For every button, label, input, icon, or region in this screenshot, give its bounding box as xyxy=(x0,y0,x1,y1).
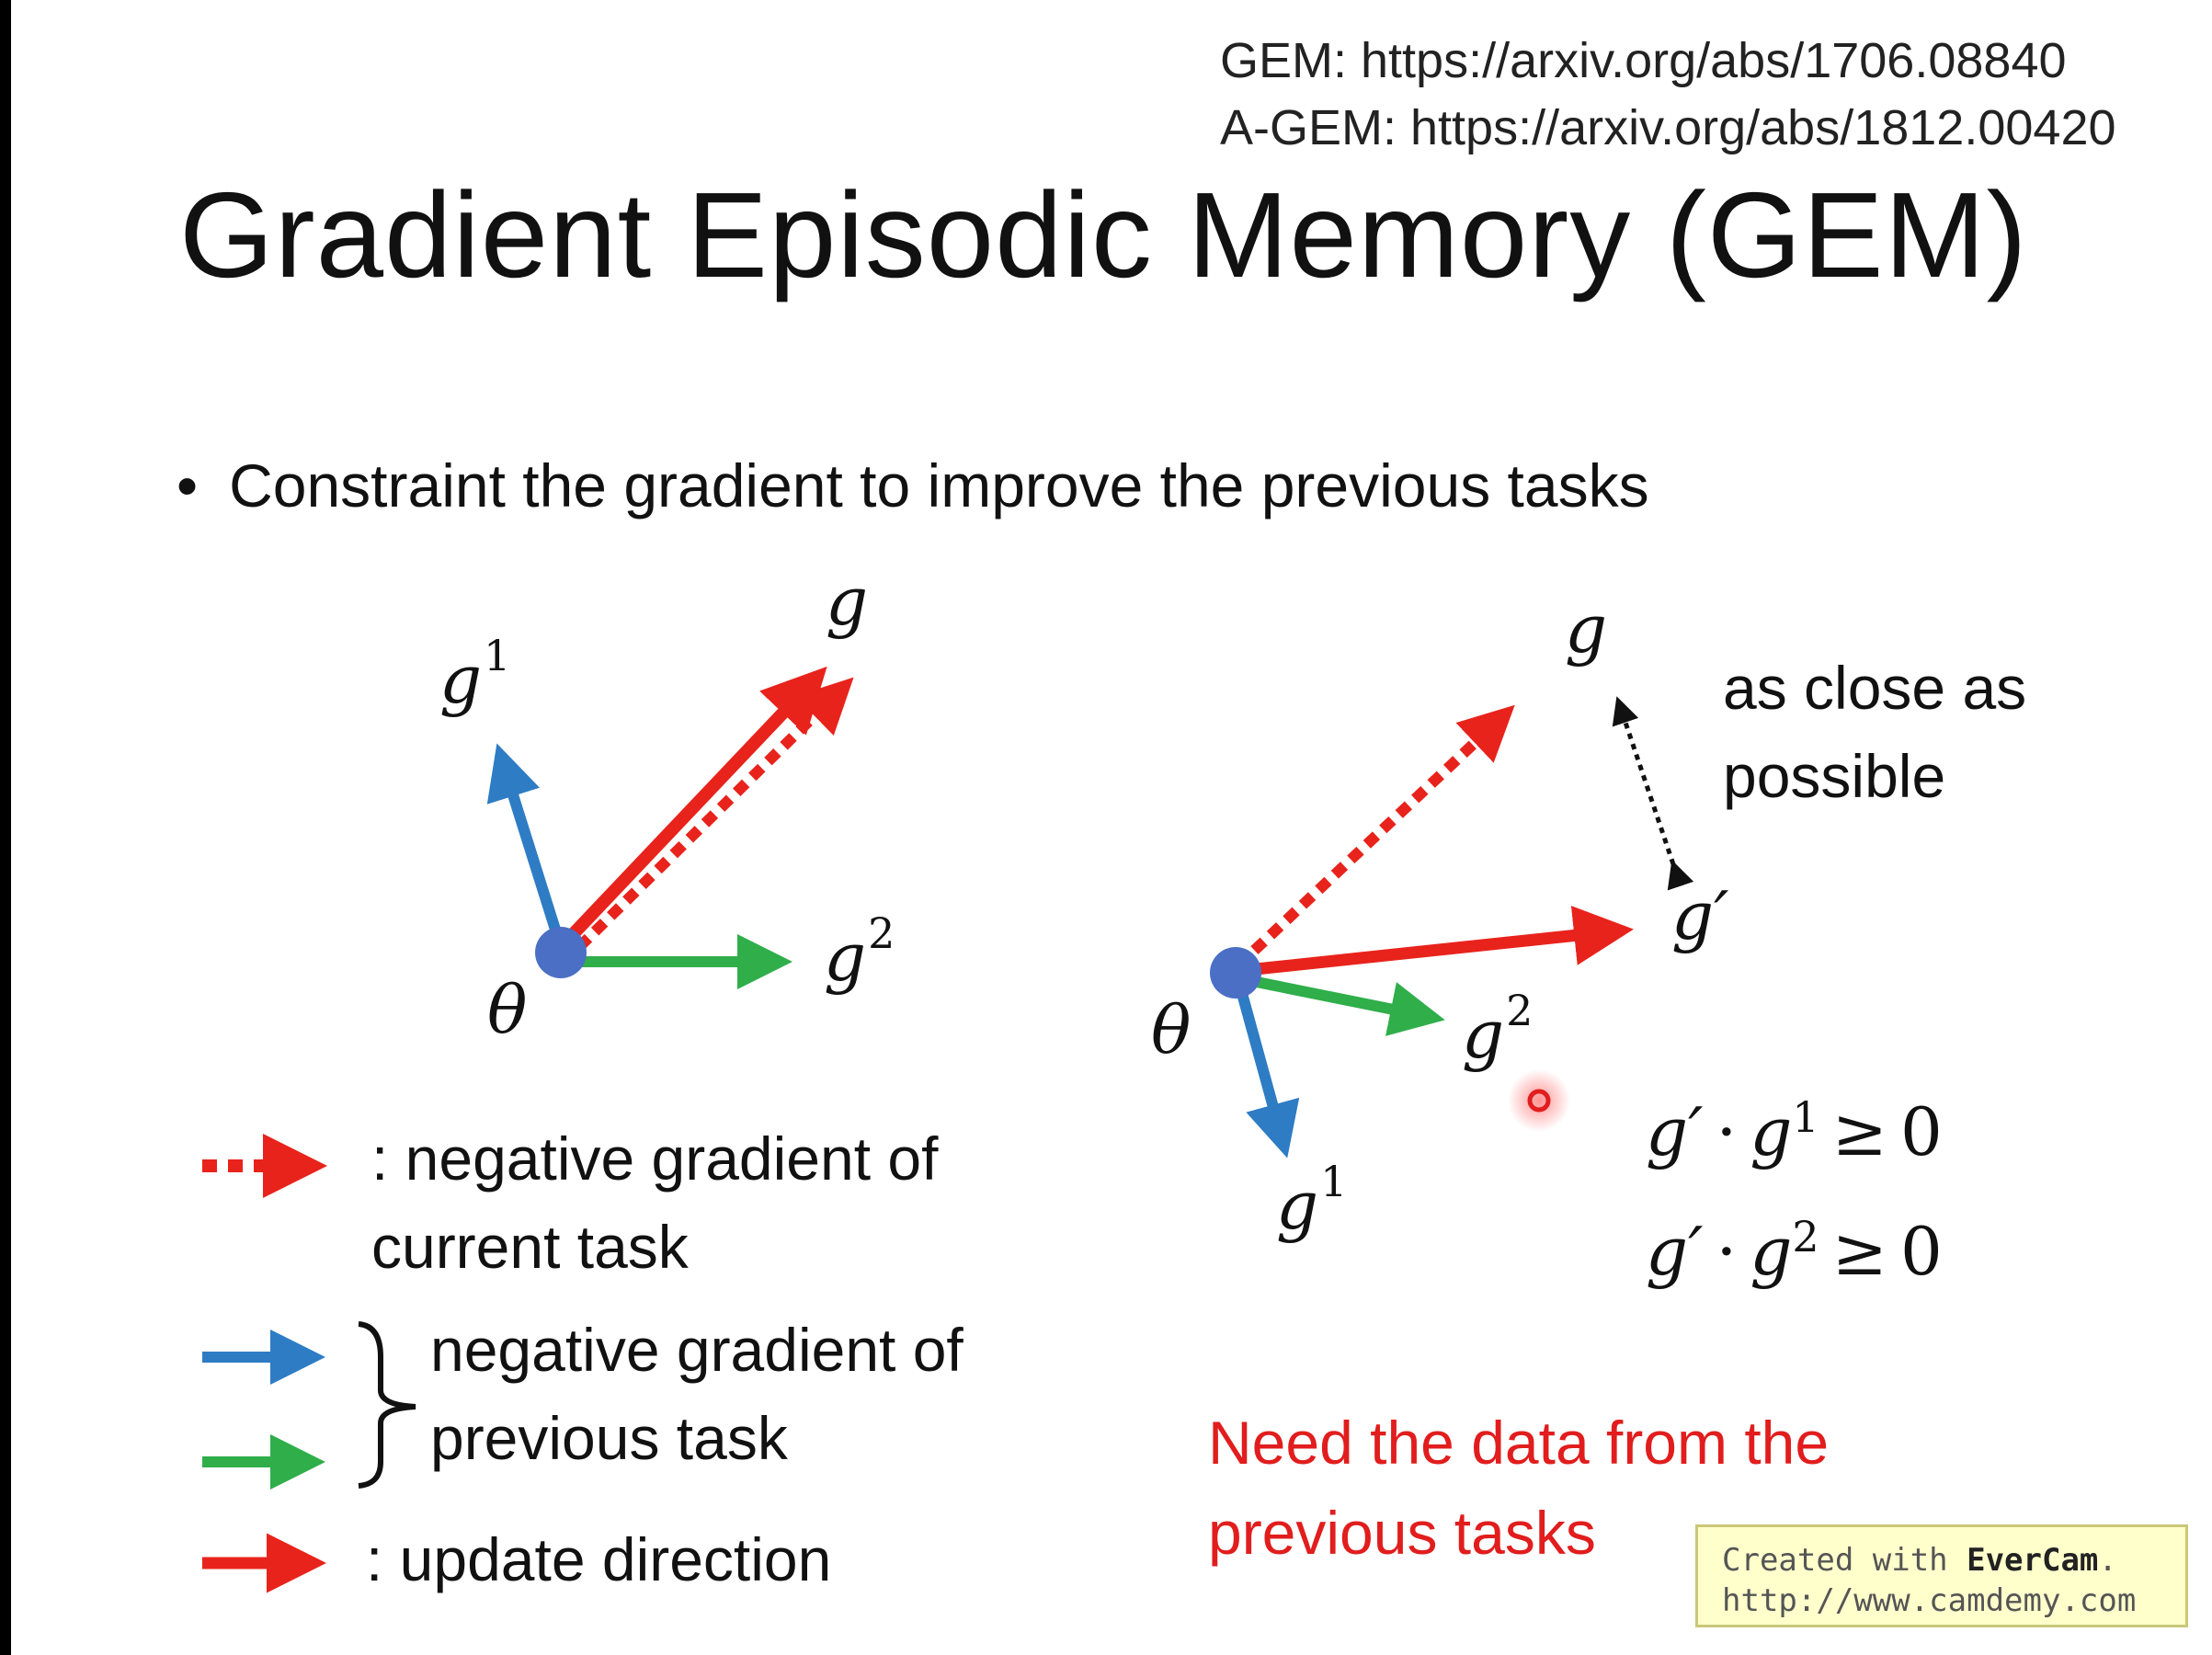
right-theta-dot xyxy=(1210,947,1261,999)
right-label-theta: θ xyxy=(1151,991,1192,1068)
legend-previous-task: negative gradient of previous task xyxy=(430,1306,963,1482)
left-label-g2: g2 xyxy=(824,908,895,996)
legend-previous-line-1: negative gradient of xyxy=(430,1316,963,1384)
constraint-g2: g′ · g2 ≥0 xyxy=(1646,1212,1943,1290)
legend-current-task: : negative gradient of current task xyxy=(371,1114,938,1291)
legend-previous-line-2: previous task xyxy=(430,1404,788,1472)
right-label-g: g xyxy=(1565,590,1608,668)
right-g1-arrow xyxy=(1233,978,1300,1158)
gem-diagram xyxy=(202,666,1694,1593)
evercam-watermark: Created with EverCam. http://www.camdemy… xyxy=(1695,1524,2188,1627)
watermark-url[interactable]: http://www.camdemy.com xyxy=(1722,1581,2185,1621)
cursor-glow xyxy=(1508,1069,1570,1132)
right-diagram xyxy=(1210,696,1694,1158)
right-label-g2: g2 xyxy=(1462,986,1534,1073)
legend-update-direction: : update direction xyxy=(366,1525,832,1593)
left-theta-dot xyxy=(535,927,587,978)
left-update-arrow xyxy=(555,666,827,952)
left-label-g1: g1 xyxy=(439,631,511,718)
legend-brace-icon xyxy=(358,1321,416,1489)
closeness-arrow xyxy=(1612,696,1694,891)
right-g2-arrow xyxy=(1246,975,1445,1036)
closeness-annotation: as close as possible xyxy=(1723,644,2026,820)
left-g1-arrow xyxy=(486,743,566,949)
constraint-g1: g′ · g1 ≥0 xyxy=(1646,1092,1943,1170)
right-current-gradient-arrow xyxy=(1234,704,1515,970)
right-update-arrow xyxy=(1237,906,1634,977)
left-current-gradient-arrow xyxy=(575,677,854,952)
closeness-line-2: possible xyxy=(1723,742,1946,810)
legend-current-line-2: current task xyxy=(371,1213,689,1281)
legend-current-line-1: : negative gradient of xyxy=(371,1124,939,1193)
right-label-g-prime: g′ xyxy=(1671,877,1729,954)
watermark-line-1: Created with EverCam. xyxy=(1722,1542,2117,1579)
left-label-theta: θ xyxy=(487,971,528,1048)
note-line-1: Need the data from the xyxy=(1208,1409,1830,1477)
right-label-g1: g1 xyxy=(1276,1157,1348,1244)
slide: GEM: https://arxiv.org/abs/1706.08840 A-… xyxy=(11,0,2212,1655)
left-label-g: g xyxy=(826,563,869,640)
left-diagram xyxy=(486,666,854,989)
closeness-line-1: as close as xyxy=(1723,654,2027,722)
